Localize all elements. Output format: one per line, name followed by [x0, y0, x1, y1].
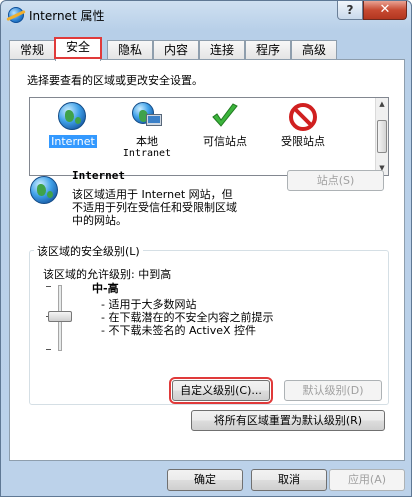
zone-sublabel: Intranet: [122, 148, 172, 159]
apply-button[interactable]: 应用(A): [329, 469, 405, 491]
intranet-icon: [132, 102, 162, 132]
slider-tick: [46, 286, 51, 287]
highlight-box: [54, 37, 102, 59]
zone-list[interactable]: Internet 本地 Intranet 可信站点 受限站点 ▲ ▼: [29, 97, 389, 176]
zone-restricted-sites[interactable]: 受限站点: [268, 102, 338, 168]
zone-name: Internet: [72, 169, 125, 182]
close-button[interactable]: ✕: [363, 1, 407, 20]
security-level-bullet: - 不下载未签名的 ActiveX 控件: [101, 324, 257, 337]
zone-trusted-sites[interactable]: 可信站点: [190, 102, 260, 168]
zone-globe-icon: [30, 176, 58, 204]
custom-level-button[interactable]: 自定义级别(C)...: [169, 377, 273, 404]
security-level-group-title: 该区域的安全级别(L): [34, 243, 143, 259]
select-zone-prompt: 选择要查看的区域或更改安全设置。: [27, 74, 203, 87]
tab-programs[interactable]: 程序: [245, 40, 291, 60]
cancel-button[interactable]: 取消: [251, 469, 327, 491]
zone-label: Internet: [49, 135, 97, 148]
restricted-icon: [288, 102, 318, 132]
zone-list-scrollbar[interactable]: ▲ ▼: [375, 98, 388, 175]
help-button[interactable]: ?: [337, 1, 363, 20]
zone-label: 受限站点: [281, 135, 325, 148]
zone-local-intranet[interactable]: 本地 Intranet: [112, 102, 182, 168]
ok-button[interactable]: 确定: [167, 469, 243, 491]
internet-properties-window: Internet 属性 ? ✕ 常规 安全 隐私 内容 连接 程序 高级 选择要…: [0, 0, 412, 497]
reset-all-zones-button[interactable]: 将所有区域重置为默认级别(R): [191, 410, 385, 431]
window-title: Internet 属性: [29, 9, 105, 23]
tab-security[interactable]: 安全: [54, 37, 102, 61]
checkmark-icon: [210, 102, 240, 132]
zone-label: 可信站点: [203, 135, 247, 148]
zone-internet[interactable]: Internet: [38, 102, 108, 168]
globe-icon: [58, 102, 88, 132]
tab-general[interactable]: 常规: [9, 40, 55, 60]
tab-strip: 常规 安全 隐私 内容 连接 程序 高级: [9, 37, 405, 61]
security-level-slider-thumb[interactable]: [48, 311, 72, 322]
tab-privacy[interactable]: 隐私: [107, 40, 153, 60]
security-tab-panel: 选择要查看的区域或更改安全设置。 Internet 本地 Intranet 可信…: [9, 59, 405, 461]
scroll-thumb[interactable]: [377, 120, 387, 153]
sites-button[interactable]: 站点(S): [287, 170, 384, 191]
security-level-name: 中-高: [92, 282, 119, 295]
slider-tick: [46, 349, 51, 350]
zone-label: 本地: [136, 135, 158, 148]
tab-connections[interactable]: 连接: [199, 40, 245, 60]
tab-content[interactable]: 内容: [153, 40, 199, 60]
title-bar[interactable]: Internet 属性 ? ✕: [1, 1, 411, 29]
default-level-button[interactable]: 默认级别(D): [284, 380, 382, 401]
zone-description-line3: 中的网站。: [72, 214, 127, 227]
internet-explorer-icon: [8, 7, 24, 23]
scroll-up-icon[interactable]: ▲: [376, 98, 388, 111]
tab-advanced[interactable]: 高级: [291, 40, 337, 60]
